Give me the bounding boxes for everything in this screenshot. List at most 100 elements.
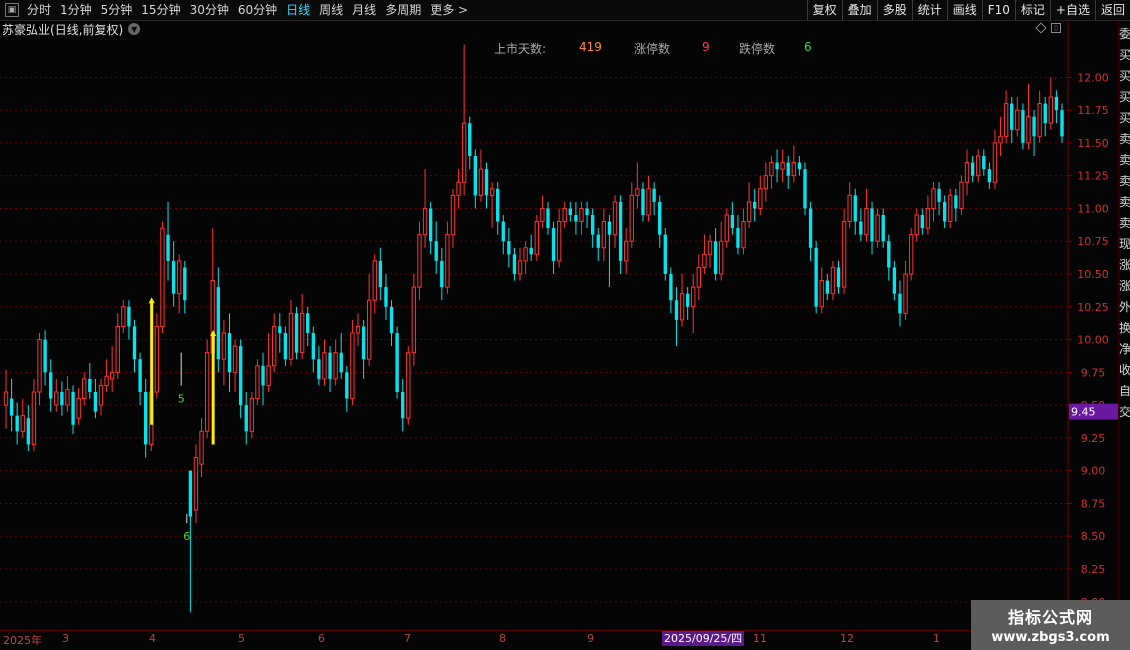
candle-body-up	[540, 207, 545, 223]
candle-body-up	[718, 240, 724, 275]
candle-body-down	[428, 208, 433, 242]
candle-body-down	[216, 287, 220, 360]
candle-body-down	[93, 392, 98, 412]
candle-body-down	[574, 215, 578, 222]
date-cursor-label: 2025/09/25/四	[662, 631, 745, 646]
candle-body-down	[859, 221, 863, 235]
candle-body-up	[517, 260, 523, 275]
price-tick-label: 10.25	[1077, 301, 1109, 314]
quote-field-label: 换	[1119, 322, 1130, 334]
date-axis: 2025年 3 4 5 6 7 8 9 11 12 1	[0, 630, 1068, 647]
date-tick: 6	[318, 632, 325, 645]
candle-body-up	[523, 247, 528, 262]
candle-body-down	[641, 188, 645, 215]
candle-body-down	[395, 333, 399, 392]
candle-body-up	[456, 181, 461, 196]
candle-body-up	[232, 345, 238, 373]
candle-body-up	[288, 312, 294, 360]
quote-field-label: 买	[1119, 70, 1130, 82]
candle-body-up	[780, 162, 785, 170]
candle-body-down	[674, 300, 679, 320]
candle-body-down	[501, 221, 505, 242]
quote-field-label: 涨	[1119, 259, 1130, 271]
candle-body-down	[607, 221, 612, 235]
candle-body-down	[1010, 103, 1014, 130]
candle-body-down	[1060, 110, 1064, 137]
candle-body-up	[199, 430, 204, 465]
candle-body-up	[31, 391, 37, 445]
candle-body-up	[925, 207, 931, 229]
candle-body-up	[20, 415, 25, 432]
candle-body-down	[378, 260, 383, 288]
candle-body-up	[847, 194, 852, 223]
candle-body-down	[1054, 97, 1059, 111]
candle-body-down	[261, 365, 265, 386]
candle-body-down	[730, 215, 735, 229]
candle-body-down	[71, 392, 75, 425]
candle-body-up	[841, 221, 847, 288]
candle-body-down	[658, 201, 662, 235]
candle-body-up	[791, 162, 796, 177]
candle-body-down	[317, 359, 321, 379]
price-tick-label: 11.00	[1077, 202, 1109, 215]
candle-body-down	[937, 188, 941, 202]
candle-body-down	[669, 274, 673, 301]
date-tick: 1	[933, 632, 940, 645]
candle-body-down	[590, 215, 595, 235]
candle-body-up	[193, 457, 199, 511]
candle-body-up	[959, 181, 964, 209]
quote-field-label: 自	[1119, 385, 1130, 397]
candle-body-down	[440, 260, 444, 288]
price-tick-label: 8.25	[1081, 563, 1106, 576]
candle-body-down	[384, 287, 388, 307]
candle-body-up	[964, 162, 970, 183]
candle-body-up	[702, 253, 707, 268]
candle-body-down	[736, 228, 740, 248]
candle-body-down	[920, 215, 924, 229]
candle-body-up	[76, 398, 81, 419]
price-tick-label: 9.25	[1081, 432, 1106, 445]
candle-body-up	[299, 312, 305, 354]
candlestick-chart[interactable]: 12.00 11.75 11.50 11.25 11.00 10.75 10.50 10.25…	[0, 0, 1130, 650]
watermark-url: www.zbgs3.com	[991, 630, 1110, 645]
candle-body-up	[333, 352, 338, 380]
quote-field-label: 买	[1119, 49, 1130, 61]
quote-field-label: 卖	[1119, 196, 1130, 208]
candle-body-down	[49, 372, 53, 399]
candle-body-down	[306, 313, 310, 333]
candle-body-down	[60, 392, 64, 406]
candle-body-down	[652, 188, 656, 202]
watermark-logo: 指标公式网 www.zbgs3.com	[971, 600, 1130, 650]
quote-panel-edge: 委买买买买卖卖卖卖卖现涨涨外换净收自交	[1118, 21, 1130, 631]
date-tick: 4	[149, 632, 156, 645]
candle-body-up	[819, 280, 824, 308]
quote-field-label: 买	[1119, 112, 1130, 124]
quote-field-label: 卖	[1119, 154, 1130, 166]
price-tick-label: 11.50	[1077, 137, 1109, 150]
candle-body-down	[685, 293, 690, 307]
candle-body-up	[98, 384, 104, 406]
candle-body-down	[361, 326, 366, 360]
quote-field-label: 委	[1119, 28, 1130, 40]
candle-body-up	[355, 325, 361, 334]
candle-body-up	[914, 214, 919, 236]
candle-body-down	[9, 398, 14, 416]
candle-body-up	[612, 201, 618, 236]
candle-body-down	[311, 333, 315, 360]
candle-body-down	[88, 378, 92, 392]
candle-body-down	[814, 247, 818, 307]
candle-body-down	[853, 195, 857, 222]
price-tick-label: 9.75	[1081, 366, 1106, 379]
candle-body-down	[775, 162, 779, 170]
candle-body-down	[618, 201, 623, 261]
quote-field-label: 外	[1119, 301, 1130, 313]
candle-body-up	[121, 306, 126, 327]
candle-body-down	[328, 352, 332, 379]
candle-body-down	[26, 418, 31, 445]
candle-body-down	[942, 201, 947, 222]
date-tick: 8	[499, 632, 506, 645]
candle-body-up	[746, 201, 752, 223]
candle-body-up	[272, 325, 277, 367]
candle-body-down	[389, 306, 394, 333]
candle-body-down	[803, 169, 807, 209]
